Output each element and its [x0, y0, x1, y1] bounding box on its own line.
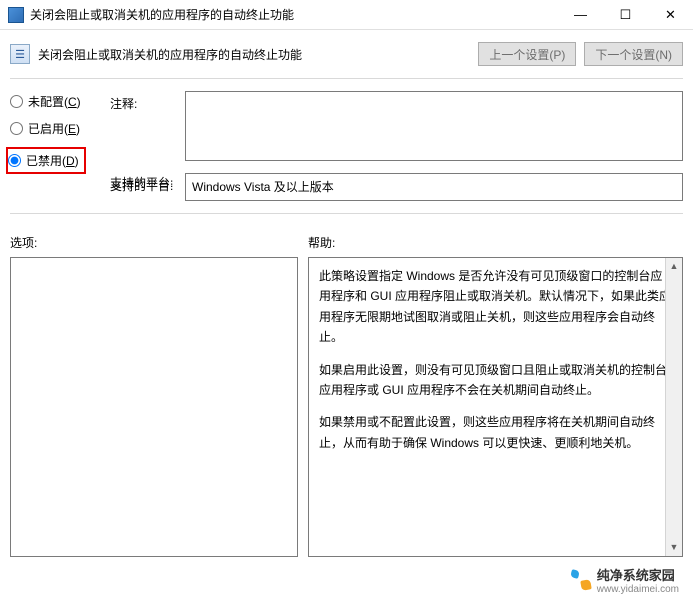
radio-not-configured[interactable]: 未配置(C): [10, 93, 100, 110]
separator-2: [10, 213, 683, 214]
help-paragraph-1: 此策略设置指定 Windows 是否允许没有可见顶级窗口的控制台应用程序和 GU…: [319, 266, 672, 348]
watermark-text: 纯净系统家园: [597, 568, 675, 583]
radio-disabled-label: 已禁用(D): [26, 152, 79, 169]
lower-labels: 选项: 帮助:: [10, 234, 683, 251]
close-button[interactable]: ✕: [648, 0, 693, 30]
policy-title: 关闭会阻止或取消关机的应用程序的自动终止功能: [38, 46, 470, 63]
previous-setting-label: 上一个设置(P): [489, 48, 565, 62]
radio-not-configured-label: 未配置(C): [28, 93, 81, 110]
previous-setting-button[interactable]: 上一个设置(P): [478, 42, 576, 66]
panels: 此策略设置指定 Windows 是否允许没有可见顶级窗口的控制台应用程序和 GU…: [10, 257, 683, 557]
window-title: 关闭会阻止或取消关机的应用程序的自动终止功能: [30, 6, 558, 23]
options-label: 选项:: [10, 234, 308, 251]
watermark: 纯净系统家园 www.yidaimei.com: [567, 563, 683, 597]
minimize-button[interactable]: —: [558, 0, 603, 30]
radio-disabled[interactable]: 已禁用(D): [8, 152, 80, 169]
next-setting-button[interactable]: 下一个设置(N): [584, 42, 683, 66]
radio-enabled[interactable]: 已启用(E): [10, 120, 100, 137]
watermark-logo-icon: [571, 570, 591, 590]
help-panel: 此策略设置指定 Windows 是否允许没有可见顶级窗口的控制台应用程序和 GU…: [308, 257, 683, 557]
separator: [10, 78, 683, 79]
header-row: ☰ 关闭会阻止或取消关机的应用程序的自动终止功能 上一个设置(P) 下一个设置(…: [10, 30, 683, 76]
radio-not-configured-input[interactable]: [10, 95, 23, 108]
help-label: 帮助:: [308, 234, 683, 251]
titlebar: 关闭会阻止或取消关机的应用程序的自动终止功能 — ☐ ✕: [0, 0, 693, 30]
nav-buttons: 上一个设置(P) 下一个设置(N): [478, 42, 683, 66]
comment-textarea[interactable]: [185, 91, 683, 161]
highlight-annotation: 已禁用(D): [6, 147, 86, 174]
help-scrollbar[interactable]: ▲ ▼: [665, 258, 682, 556]
radio-disabled-input[interactable]: [8, 154, 21, 167]
next-setting-label: 下一个设置(N): [595, 48, 672, 62]
help-paragraph-3: 如果禁用或不配置此设置，则这些应用程序将在关机期间自动终止，从而有助于确保 Wi…: [319, 412, 672, 453]
platform-display-row: 支持的平台: Windows Vista 及以上版本: [10, 173, 683, 201]
radio-group: 未配置(C) 已启用(E) 已禁用(D): [10, 91, 100, 191]
radio-enabled-input[interactable]: [10, 122, 23, 135]
options-panel: [10, 257, 298, 557]
content-area: ☰ 关闭会阻止或取消关机的应用程序的自动终止功能 上一个设置(P) 下一个设置(…: [0, 30, 693, 557]
supported-on-label-2: 支持的平台:: [110, 173, 175, 194]
maximize-button[interactable]: ☐: [603, 0, 648, 30]
window-controls: — ☐ ✕: [558, 0, 693, 30]
scroll-track[interactable]: [666, 275, 682, 539]
help-paragraph-2: 如果启用此设置，则没有可见顶级窗口且阻止或取消关机的控制台应用程序或 GUI 应…: [319, 360, 672, 401]
scroll-up-icon[interactable]: ▲: [666, 258, 682, 275]
policy-icon: ☰: [10, 44, 30, 64]
radio-enabled-label: 已启用(E): [28, 120, 80, 137]
watermark-text-wrap: 纯净系统家园 www.yidaimei.com: [597, 565, 679, 595]
scroll-down-icon[interactable]: ▼: [666, 539, 682, 556]
supported-on-value: Windows Vista 及以上版本: [185, 173, 683, 201]
window-icon: [8, 7, 24, 23]
watermark-url: www.yidaimei.com: [597, 584, 679, 595]
